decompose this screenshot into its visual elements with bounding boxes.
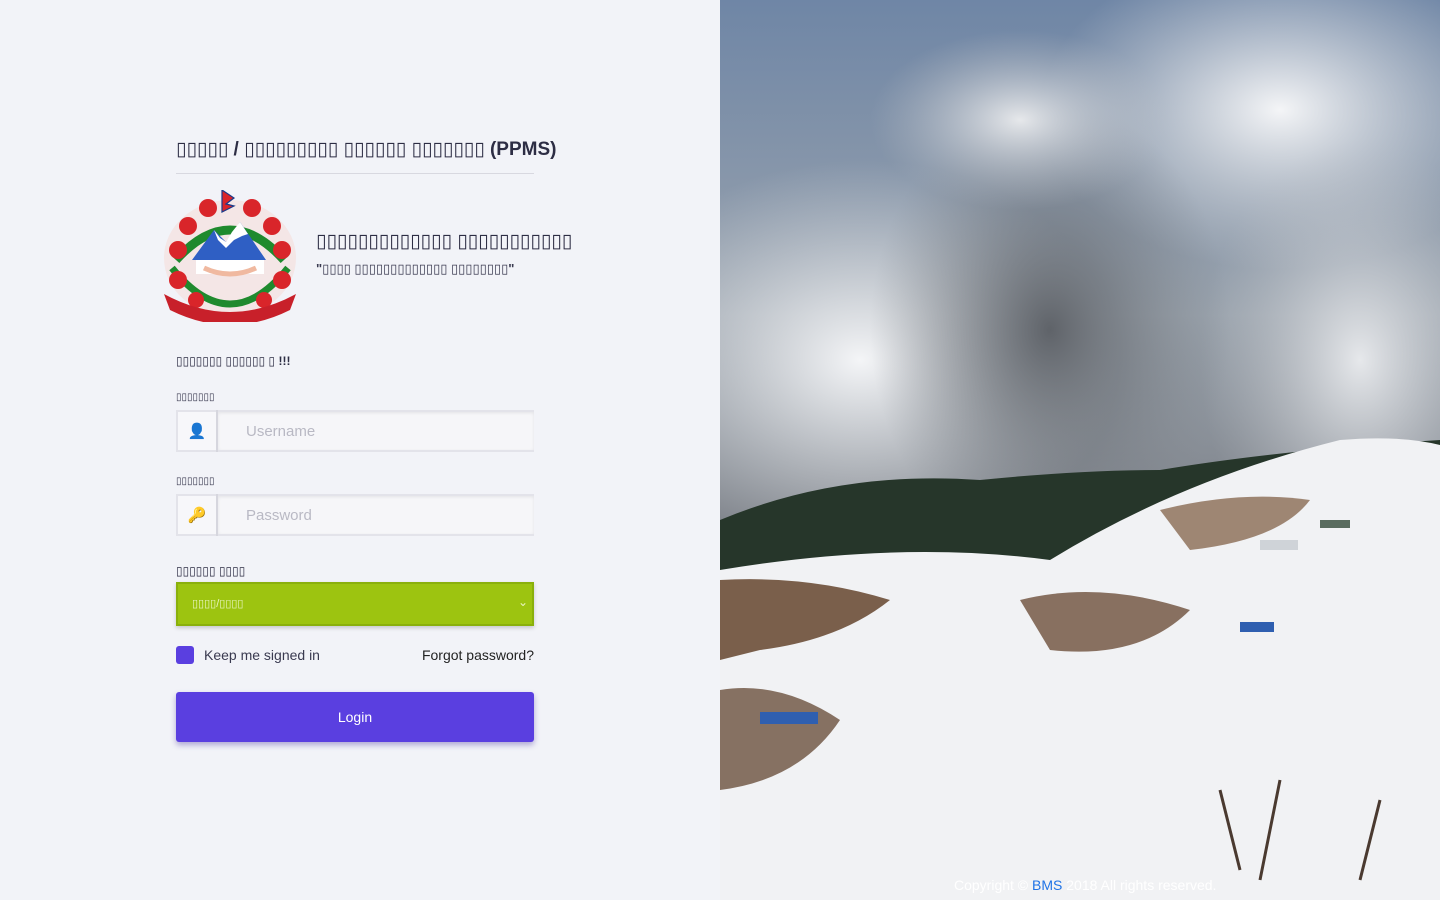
user-icon: 👤: [176, 410, 216, 452]
keep-signed-in-label: Keep me signed in: [204, 647, 320, 663]
key-icon: 🔑: [176, 494, 216, 536]
copyright-suffix: 2018 All rights reserved.: [1066, 877, 1217, 893]
login-options: Keep me signed in Forgot password?: [176, 646, 534, 664]
remember-me[interactable]: Keep me signed in: [176, 646, 320, 664]
login-button[interactable]: Login: [176, 692, 534, 742]
username-group: 👤: [176, 410, 534, 452]
background-photo: [720, 0, 1440, 900]
keep-signed-in-checkbox[interactable]: [176, 646, 194, 664]
mountain-landscape-image: [720, 0, 1440, 900]
password-input[interactable]: [218, 494, 534, 536]
password-label: ▯▯▯▯▯▯▯: [176, 476, 215, 487]
copyright-prefix: Copyright ©: [954, 877, 1029, 893]
organization-name: ▯▯▯▯▯▯▯▯▯▯▯▯▯ ▯▯▯▯▯▯▯▯▯▯▯: [316, 231, 573, 252]
organization-motto: "▯▯▯▯ ▯▯▯▯▯▯▯▯▯▯▯▯▯ ▯▯▯▯▯▯▯▯": [316, 261, 515, 276]
welcome-message: ▯▯▯▯▯▯▯ ▯▯▯▯▯▯ ▯ !!!: [176, 354, 291, 368]
fiscal-year-select[interactable]: ▯▯▯▯/▯▯▯▯: [176, 582, 534, 626]
login-panel: ▯▯▯▯▯ / ▯▯▯▯▯▯▯▯▯ ▯▯▯▯▯▯ ▯▯▯▯▯▯▯ (PPMS): [0, 0, 720, 900]
fiscal-year-wrapper: ▯▯▯▯/▯▯▯▯ ⌄: [176, 582, 534, 626]
forgot-password-link[interactable]: Forgot password?: [422, 647, 534, 663]
nepal-emblem-icon: [164, 190, 296, 322]
username-label: ▯▯▯▯▯▯▯: [176, 392, 215, 403]
password-group: 🔑: [176, 494, 534, 536]
login-container: ▯▯▯▯▯ / ▯▯▯▯▯▯▯▯▯ ▯▯▯▯▯▯ ▯▯▯▯▯▯▯ (PPMS): [164, 130, 572, 742]
footer-copyright: Copyright © BMS 2018 All rights reserved…: [954, 877, 1216, 893]
username-input[interactable]: [218, 410, 534, 452]
footer-brand-link[interactable]: BMS: [1032, 877, 1062, 893]
brand-text: ▯▯▯▯▯▯▯▯▯▯▯▯▯ ▯▯▯▯▯▯▯▯▯▯▯ "▯▯▯▯ ▯▯▯▯▯▯▯▯…: [316, 230, 572, 277]
brand-block: ▯▯▯▯▯▯▯▯▯▯▯▯▯ ▯▯▯▯▯▯▯▯▯▯▯ "▯▯▯▯ ▯▯▯▯▯▯▯▯…: [164, 188, 572, 338]
fiscal-year-label: ▯▯▯▯▯▯ ▯▯▯▯: [176, 564, 246, 578]
page-title: ▯▯▯▯▯ / ▯▯▯▯▯▯▯▯▯ ▯▯▯▯▯▯ ▯▯▯▯▯▯▯ (PPMS): [176, 130, 556, 174]
